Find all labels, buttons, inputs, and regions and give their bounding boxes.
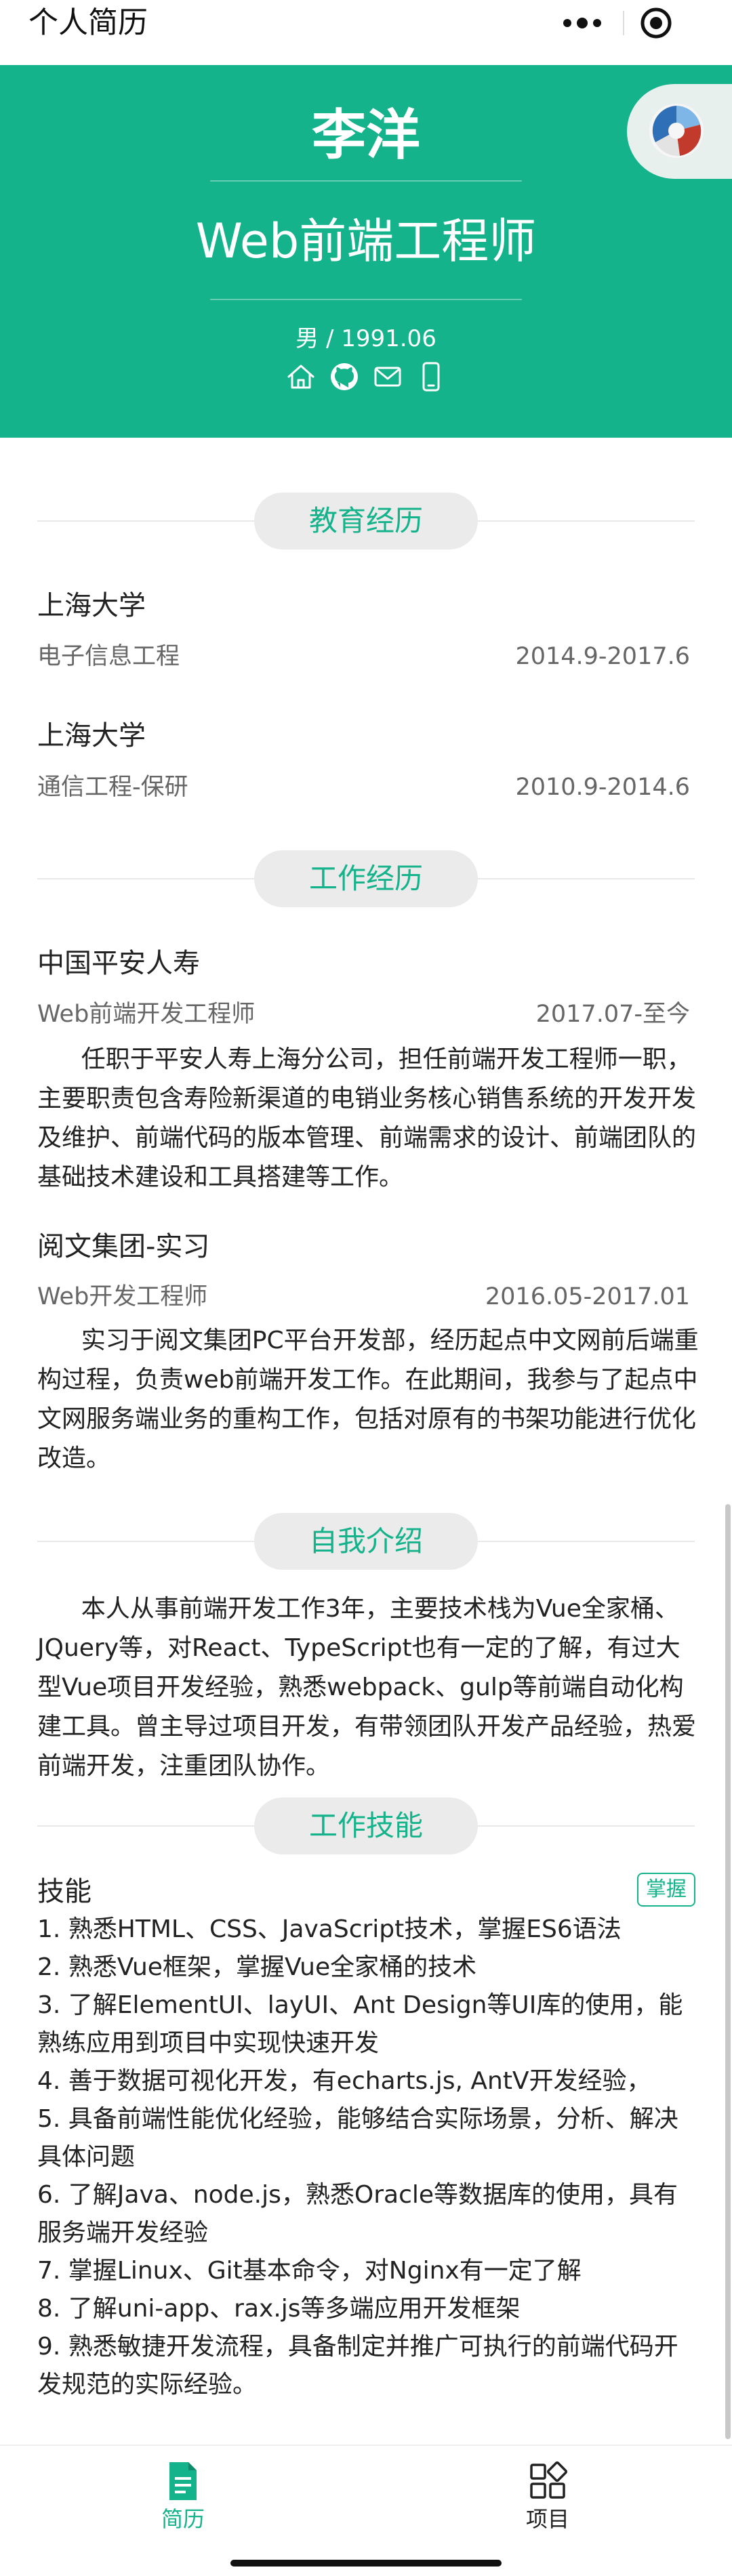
profile-name: 李洋 xyxy=(312,104,420,167)
skill-item: 5. 具备前端性能优化经验，能够结合实际场景，分析、解决具体问题 xyxy=(37,2105,678,2171)
skill-item: 7. 掌握Linux、Git基本命令，对Nginx有一定了解 xyxy=(37,2257,582,2285)
tab-label: 项目 xyxy=(525,2506,569,2532)
school-name: 上海大学 xyxy=(37,590,146,621)
skill-item: 8. 了解uni-app、rax.js等多端应用开发框架 xyxy=(37,2295,521,2323)
tab-label: 简历 xyxy=(161,2506,205,2532)
skill-group-title: 技能 xyxy=(37,1876,92,1907)
skill-level-badge: 掌握 xyxy=(637,1873,695,1907)
header-divider xyxy=(210,180,522,182)
work-period: 2017.07-至今 xyxy=(535,1001,690,1028)
tab-bar: 简历 项目 xyxy=(0,2445,732,2576)
mail-icon[interactable] xyxy=(371,360,404,393)
navigation-bar: 个人简历 xyxy=(0,0,732,65)
home-indicator xyxy=(230,2560,502,2567)
skill-item: 2. 熟悉Vue框架，掌握Vue全家桶的技术 xyxy=(37,1953,477,1981)
work-description: 任职于平安人寿上海分公司，担任前端开发工程师一职，主要职责包含寿险新渠道的电销业… xyxy=(37,1045,697,1191)
mini-program-capsule xyxy=(525,1,694,45)
job-role: Web开发工程师 xyxy=(37,1283,208,1310)
avatar-tab[interactable] xyxy=(627,84,732,179)
home-icon[interactable] xyxy=(285,360,317,393)
self-introduction: 本人从事前端开发工作3年，主要技术栈为Vue全家桶、JQuery等，对React… xyxy=(37,1595,697,1780)
scrollbar[interactable] xyxy=(725,1504,731,2439)
section-heading-work: 工作经历 xyxy=(37,850,695,907)
work-period: 2016.05-2017.01 xyxy=(485,1283,690,1310)
job-role: Web前端开发工程师 xyxy=(37,1001,256,1028)
profile-meta: 男 / 1991.06 xyxy=(296,325,436,352)
tab-resume[interactable]: 简历 xyxy=(115,2459,251,2534)
skill-item: 4. 善于数据可视化开发，有echarts.js, AntV开发经验， xyxy=(37,2067,651,2095)
header-divider xyxy=(210,299,522,300)
major: 电子信息工程 xyxy=(37,643,180,670)
section-title: 教育经历 xyxy=(254,493,478,549)
section-heading-intro: 自我介绍 xyxy=(37,1513,695,1570)
page-title: 个人简历 xyxy=(28,5,148,40)
skill-item: 9. 熟悉敏捷开发流程，具备制定并推广可执行的前端代码开发规范的实际经验。 xyxy=(37,2333,678,2398)
phone-icon[interactable] xyxy=(415,360,447,393)
more-button[interactable] xyxy=(552,7,613,39)
study-period: 2010.9-2014.6 xyxy=(515,774,690,801)
skill-list: 1. 熟悉HTML、CSS、JavaScript技术，掌握ES6语法 2. 熟悉… xyxy=(37,1911,702,2404)
skill-item: 3. 了解ElementUI、layUI、Ant Design等UI库的使用，能… xyxy=(37,1991,683,2057)
profile-job-title: Web前端工程师 xyxy=(195,213,537,269)
school-name: 上海大学 xyxy=(37,720,146,751)
grid-icon xyxy=(530,2461,568,2499)
section-heading-education: 教育经历 xyxy=(37,493,695,549)
skill-item: 1. 熟悉HTML、CSS、JavaScript技术，掌握ES6语法 xyxy=(37,1915,622,1943)
section-title: 工作技能 xyxy=(254,1798,478,1854)
skill-item: 6. 了解Java、node.js，熟悉Oracle等数据库的使用，具有服务端开… xyxy=(37,2181,678,2247)
avatar xyxy=(649,104,704,158)
major: 通信工程-保研 xyxy=(37,774,188,801)
section-title: 自我介绍 xyxy=(254,1513,478,1570)
study-period: 2014.9-2017.6 xyxy=(515,643,690,670)
work-description: 实习于阅文集团PC平台开发部，经历起点中文网前后端重构过程，负责web前端开发工… xyxy=(37,1327,699,1472)
github-icon[interactable] xyxy=(328,360,361,393)
tab-projects[interactable]: 项目 xyxy=(480,2459,615,2534)
profile-header: 李洋 Web前端工程师 男 / 1991.06 xyxy=(0,65,732,438)
contact-icons xyxy=(285,358,447,396)
close-target-icon[interactable] xyxy=(638,5,674,41)
company-name: 阅文集团-实习 xyxy=(37,1231,210,1262)
capsule-divider xyxy=(623,11,624,35)
company-name: 中国平安人寿 xyxy=(37,948,200,979)
section-title: 工作经历 xyxy=(254,850,478,907)
resume-icon xyxy=(169,2462,197,2500)
section-heading-skills: 工作技能 xyxy=(37,1798,695,1854)
